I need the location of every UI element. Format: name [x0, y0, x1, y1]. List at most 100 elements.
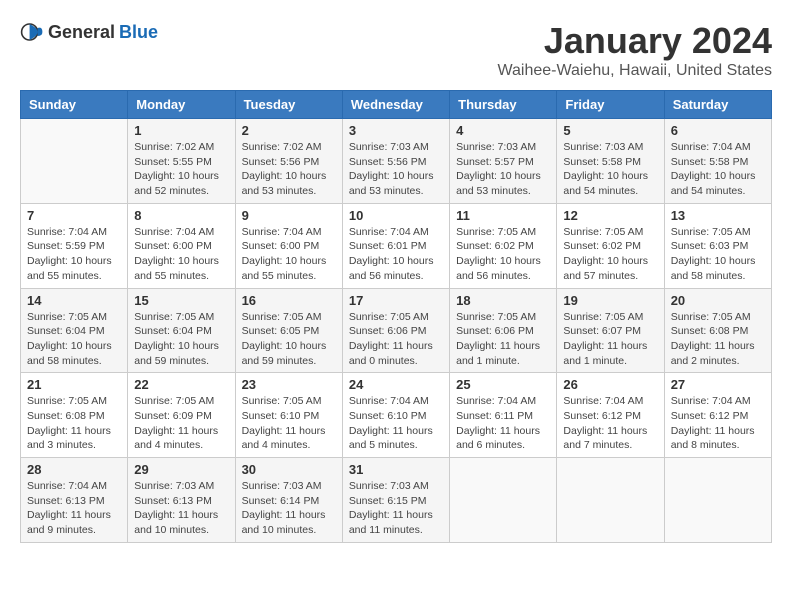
day-info: Sunrise: 7:05 AM Sunset: 6:02 PM Dayligh… — [563, 225, 657, 284]
calendar-week-row: 14 Sunrise: 7:05 AM Sunset: 6:04 PM Dayli… — [21, 288, 772, 373]
day-number: 9 — [242, 208, 336, 223]
calendar-cell: 7 Sunrise: 7:04 AM Sunset: 5:59 PM Daylig… — [21, 203, 128, 288]
calendar-cell: 28 Sunrise: 7:04 AM Sunset: 6:13 PM Dayli… — [21, 458, 128, 543]
calendar-body: 1 Sunrise: 7:02 AM Sunset: 5:55 PM Daylig… — [21, 119, 772, 543]
calendar-cell: 3 Sunrise: 7:03 AM Sunset: 5:56 PM Daylig… — [342, 119, 449, 204]
day-info: Sunrise: 7:04 AM Sunset: 6:00 PM Dayligh… — [242, 225, 336, 284]
page-header: General Blue January 2024 Waihee-Waiehu,… — [20, 20, 772, 80]
day-info: Sunrise: 7:05 AM Sunset: 6:07 PM Dayligh… — [563, 310, 657, 369]
day-info: Sunrise: 7:03 AM Sunset: 5:58 PM Dayligh… — [563, 140, 657, 199]
calendar-cell: 16 Sunrise: 7:05 AM Sunset: 6:05 PM Dayli… — [235, 288, 342, 373]
day-number: 4 — [456, 123, 550, 138]
calendar-cell: 4 Sunrise: 7:03 AM Sunset: 5:57 PM Daylig… — [450, 119, 557, 204]
calendar-cell — [21, 119, 128, 204]
day-info: Sunrise: 7:02 AM Sunset: 5:55 PM Dayligh… — [134, 140, 228, 199]
day-info: Sunrise: 7:04 AM Sunset: 6:12 PM Dayligh… — [563, 394, 657, 453]
day-info: Sunrise: 7:04 AM Sunset: 6:13 PM Dayligh… — [27, 479, 121, 538]
day-number: 10 — [349, 208, 443, 223]
day-info: Sunrise: 7:04 AM Sunset: 5:59 PM Dayligh… — [27, 225, 121, 284]
calendar-week-row: 1 Sunrise: 7:02 AM Sunset: 5:55 PM Daylig… — [21, 119, 772, 204]
calendar-cell: 31 Sunrise: 7:03 AM Sunset: 6:15 PM Dayli… — [342, 458, 449, 543]
day-number: 5 — [563, 123, 657, 138]
logo: General Blue — [20, 20, 158, 44]
day-number: 30 — [242, 462, 336, 477]
day-info: Sunrise: 7:05 AM Sunset: 6:09 PM Dayligh… — [134, 394, 228, 453]
day-info: Sunrise: 7:04 AM Sunset: 6:10 PM Dayligh… — [349, 394, 443, 453]
calendar-cell: 23Sunrise: 7:05 AM Sunset: 6:10 PM Dayli… — [235, 373, 342, 458]
calendar-cell: 10Sunrise: 7:04 AM Sunset: 6:01 PM Dayli… — [342, 203, 449, 288]
calendar-cell: 21Sunrise: 7:05 AM Sunset: 6:08 PM Dayli… — [21, 373, 128, 458]
day-info: Sunrise: 7:03 AM Sunset: 6:14 PM Dayligh… — [242, 479, 336, 538]
day-info: Sunrise: 7:04 AM Sunset: 6:00 PM Dayligh… — [134, 225, 228, 284]
day-number: 3 — [349, 123, 443, 138]
day-info: Sunrise: 7:05 AM Sunset: 6:02 PM Dayligh… — [456, 225, 550, 284]
day-number: 15 — [134, 293, 228, 308]
day-info: Sunrise: 7:05 AM Sunset: 6:05 PM Dayligh… — [242, 310, 336, 369]
day-number: 14 — [27, 293, 121, 308]
day-info: Sunrise: 7:02 AM Sunset: 5:56 PM Dayligh… — [242, 140, 336, 199]
day-info: Sunrise: 7:05 AM Sunset: 6:08 PM Dayligh… — [671, 310, 765, 369]
day-number: 22 — [134, 377, 228, 392]
day-info: Sunrise: 7:03 AM Sunset: 5:57 PM Dayligh… — [456, 140, 550, 199]
day-info: Sunrise: 7:04 AM Sunset: 5:58 PM Dayligh… — [671, 140, 765, 199]
calendar-cell — [557, 458, 664, 543]
calendar-cell: 30 Sunrise: 7:03 AM Sunset: 6:14 PM Dayli… — [235, 458, 342, 543]
calendar-cell: 26 Sunrise: 7:04 AM Sunset: 6:12 PM Dayli… — [557, 373, 664, 458]
calendar-cell: 15Sunrise: 7:05 AM Sunset: 6:04 PM Dayli… — [128, 288, 235, 373]
title-area: January 2024 Waihee-Waiehu, Hawaii, Unit… — [498, 20, 773, 80]
day-number: 27 — [671, 377, 765, 392]
day-number: 18 — [456, 293, 550, 308]
calendar-week-row: 7 Sunrise: 7:04 AM Sunset: 5:59 PM Daylig… — [21, 203, 772, 288]
calendar-cell: 14 Sunrise: 7:05 AM Sunset: 6:04 PM Dayli… — [21, 288, 128, 373]
day-number: 21 — [27, 377, 121, 392]
calendar-cell — [664, 458, 771, 543]
day-number: 25 — [456, 377, 550, 392]
day-info: Sunrise: 7:03 AM Sunset: 5:56 PM Dayligh… — [349, 140, 443, 199]
day-number: 1 — [134, 123, 228, 138]
calendar-cell: 25 Sunrise: 7:04 AM Sunset: 6:11 PM Dayli… — [450, 373, 557, 458]
day-info: Sunrise: 7:04 AM Sunset: 6:11 PM Dayligh… — [456, 394, 550, 453]
calendar-cell: 24 Sunrise: 7:04 AM Sunset: 6:10 PM Dayli… — [342, 373, 449, 458]
month-title: January 2024 — [498, 20, 773, 62]
calendar-cell: 1 Sunrise: 7:02 AM Sunset: 5:55 PM Daylig… — [128, 119, 235, 204]
day-number: 17 — [349, 293, 443, 308]
day-number: 16 — [242, 293, 336, 308]
day-number: 20 — [671, 293, 765, 308]
day-info: Sunrise: 7:05 AM Sunset: 6:10 PM Dayligh… — [242, 394, 336, 453]
calendar-cell: 9 Sunrise: 7:04 AM Sunset: 6:00 PM Daylig… — [235, 203, 342, 288]
column-header-friday: Friday — [557, 91, 664, 119]
day-number: 13 — [671, 208, 765, 223]
day-info: Sunrise: 7:05 AM Sunset: 6:06 PM Dayligh… — [349, 310, 443, 369]
day-number: 26 — [563, 377, 657, 392]
column-header-tuesday: Tuesday — [235, 91, 342, 119]
day-number: 29 — [134, 462, 228, 477]
day-number: 12 — [563, 208, 657, 223]
day-number: 24 — [349, 377, 443, 392]
calendar-cell: 12 Sunrise: 7:05 AM Sunset: 6:02 PM Dayli… — [557, 203, 664, 288]
day-number: 6 — [671, 123, 765, 138]
day-info: Sunrise: 7:05 AM Sunset: 6:04 PM Dayligh… — [27, 310, 121, 369]
column-header-wednesday: Wednesday — [342, 91, 449, 119]
calendar-week-row: 21Sunrise: 7:05 AM Sunset: 6:08 PM Dayli… — [21, 373, 772, 458]
day-number: 7 — [27, 208, 121, 223]
day-info: Sunrise: 7:03 AM Sunset: 6:15 PM Dayligh… — [349, 479, 443, 538]
calendar-cell: 11 Sunrise: 7:05 AM Sunset: 6:02 PM Dayli… — [450, 203, 557, 288]
calendar-cell: 20 Sunrise: 7:05 AM Sunset: 6:08 PM Dayli… — [664, 288, 771, 373]
calendar-cell: 2Sunrise: 7:02 AM Sunset: 5:56 PM Daylig… — [235, 119, 342, 204]
calendar-cell: 5 Sunrise: 7:03 AM Sunset: 5:58 PM Daylig… — [557, 119, 664, 204]
day-number: 28 — [27, 462, 121, 477]
calendar-cell: 27 Sunrise: 7:04 AM Sunset: 6:12 PM Dayli… — [664, 373, 771, 458]
day-info: Sunrise: 7:03 AM Sunset: 6:13 PM Dayligh… — [134, 479, 228, 538]
calendar-cell: 18Sunrise: 7:05 AM Sunset: 6:06 PM Dayli… — [450, 288, 557, 373]
day-info: Sunrise: 7:04 AM Sunset: 6:12 PM Dayligh… — [671, 394, 765, 453]
calendar-cell: 13Sunrise: 7:05 AM Sunset: 6:03 PM Dayli… — [664, 203, 771, 288]
calendar-cell: 17 Sunrise: 7:05 AM Sunset: 6:06 PM Dayli… — [342, 288, 449, 373]
day-number: 11 — [456, 208, 550, 223]
day-number: 8 — [134, 208, 228, 223]
column-header-thursday: Thursday — [450, 91, 557, 119]
calendar-cell — [450, 458, 557, 543]
calendar-cell: 22 Sunrise: 7:05 AM Sunset: 6:09 PM Dayli… — [128, 373, 235, 458]
calendar-week-row: 28 Sunrise: 7:04 AM Sunset: 6:13 PM Dayli… — [21, 458, 772, 543]
calendar-header: SundayMondayTuesdayWednesdayThursdayFrid… — [21, 91, 772, 119]
day-number: 31 — [349, 462, 443, 477]
